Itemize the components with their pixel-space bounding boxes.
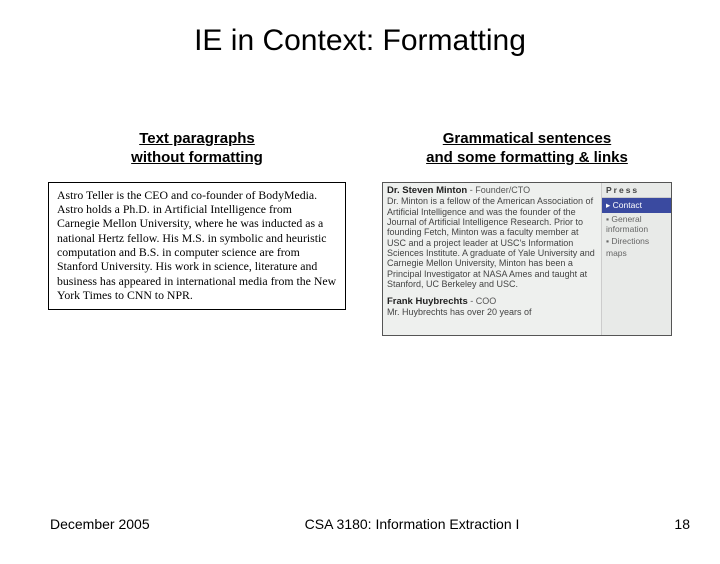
sidebar-head-press: Press [602, 183, 671, 198]
person2-role: COO [476, 296, 497, 306]
person1-name: Dr. Steven Minton [387, 185, 467, 196]
sidebar-item-general[interactable]: ▪ General information [602, 213, 671, 235]
right-sidebar: Press ▸ Contact ▪ General information ▪ … [601, 183, 671, 335]
sidebar-item-contact[interactable]: ▸ Contact [602, 198, 671, 213]
person2-name: Frank Huybrechts [387, 296, 468, 307]
person2-bio: Mr. Huybrechts has over 20 years of [387, 307, 597, 317]
footer-date: December 2005 [50, 516, 150, 532]
sidebar-item-directions[interactable]: ▪ Directions [602, 235, 671, 247]
right-heading: Grammatical sentences and some formattin… [382, 130, 672, 168]
footer-page-number: 18 [674, 516, 690, 532]
right-column: Grammatical sentences and some formattin… [382, 130, 672, 336]
left-heading: Text paragraphs without formatting [48, 130, 346, 168]
left-column: Text paragraphs without formatting Astro… [48, 130, 346, 336]
footer: December 2005 CSA 3180: Information Extr… [0, 516, 720, 532]
slide-title: IE in Context: Formatting [0, 24, 720, 58]
right-webpage-box: Dr. Steven Minton - Founder/CTO Dr. Mint… [382, 182, 672, 336]
footer-course: CSA 3180: Information Extraction I [150, 516, 675, 532]
right-main-content: Dr. Steven Minton - Founder/CTO Dr. Mint… [383, 183, 601, 335]
person1-role: Founder/CTO [475, 185, 530, 195]
columns: Text paragraphs without formatting Astro… [0, 130, 720, 336]
sidebar-item-maps[interactable]: maps [602, 247, 671, 259]
person1-bio: Dr. Minton is a fellow of the American A… [387, 196, 597, 289]
left-text-box: Astro Teller is the CEO and co-founder o… [48, 182, 346, 310]
